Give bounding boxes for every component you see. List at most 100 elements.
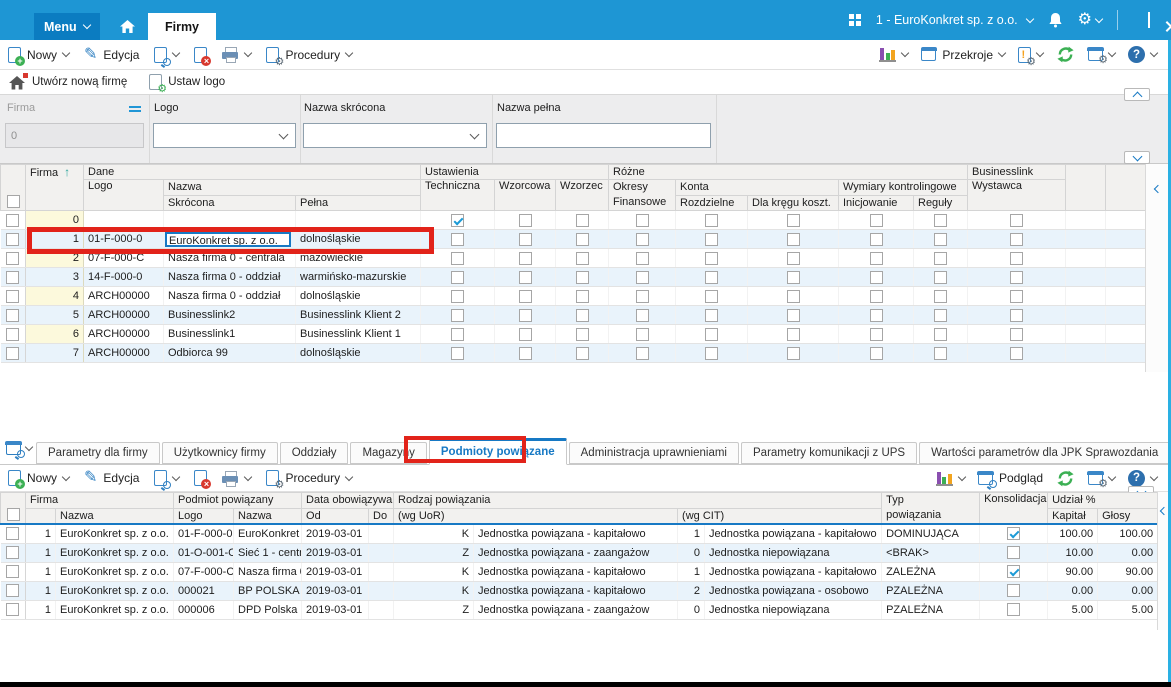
group-header-rozne[interactable]: Różne	[609, 165, 968, 180]
column-header-logo[interactable]: Logo	[84, 180, 164, 211]
column-header-od[interactable]: Od	[302, 508, 369, 524]
column-header-pelna[interactable]: Pełna	[296, 195, 421, 211]
checkbox[interactable]	[636, 347, 649, 360]
checkbox[interactable]	[6, 328, 19, 341]
new-button[interactable]: + Nowy	[8, 47, 69, 63]
layout-settings-button[interactable]: ⚙	[1088, 472, 1115, 485]
refresh-button[interactable]	[1056, 45, 1075, 64]
checkbox[interactable]	[934, 328, 947, 341]
checkbox[interactable]	[934, 214, 947, 227]
related-entity-row[interactable]: 1EuroKonkret sp. z o.o.000021BP POLSKA S…	[1, 581, 1158, 600]
checkbox[interactable]	[576, 233, 589, 246]
column-header-kapital[interactable]: Kapitał	[1048, 508, 1098, 524]
checkbox[interactable]	[870, 252, 883, 265]
delete-button[interactable]: ×	[194, 47, 207, 63]
create-company-button[interactable]: Utwórz nową firmę	[8, 75, 127, 90]
edit-button[interactable]: ✎ Edycja	[84, 470, 139, 486]
column-header-glosy[interactable]: Głosy	[1098, 508, 1158, 524]
checkbox[interactable]	[870, 271, 883, 284]
checkbox[interactable]	[1010, 347, 1023, 360]
column-header-skrocona[interactable]: Skrócona	[164, 195, 296, 211]
checkbox[interactable]	[519, 214, 532, 227]
group-header-dane[interactable]: Dane	[84, 165, 421, 180]
select-all-checkbox[interactable]	[7, 508, 20, 521]
column-header-konsolidacja[interactable]: Konsolidacja	[980, 493, 1048, 525]
column-header-rozdzielne[interactable]: Rozdzielne	[676, 195, 748, 211]
checkbox[interactable]	[519, 252, 532, 265]
help-button[interactable]: ?	[1128, 470, 1157, 487]
checkbox[interactable]	[6, 233, 19, 246]
company-selector[interactable]: 1 - EuroKonkret sp. z o.o.	[876, 13, 1033, 27]
checkbox[interactable]	[6, 584, 19, 597]
company-row[interactable]: 314-F-000-0Nasza firma 0 - oddziałwarmiń…	[1, 268, 1146, 287]
checkbox[interactable]	[636, 252, 649, 265]
checkbox[interactable]	[1010, 214, 1023, 227]
column-header-typ[interactable]: Typpowiązania	[882, 493, 980, 525]
checkbox[interactable]	[6, 252, 19, 265]
menu-button[interactable]: Menu	[34, 13, 100, 40]
maximize-button[interactable]	[1148, 13, 1150, 27]
checkbox[interactable]	[934, 233, 947, 246]
checkbox[interactable]	[6, 546, 19, 559]
group-header-ustawienia[interactable]: Ustawienia	[421, 165, 609, 180]
group-header-firma[interactable]: Firma	[26, 493, 174, 509]
tab-oddziały[interactable]: Oddziały	[280, 442, 349, 464]
checkbox[interactable]	[636, 233, 649, 246]
checkbox[interactable]	[934, 290, 947, 303]
checkbox[interactable]	[787, 233, 800, 246]
firma-filter-input[interactable]: 0	[5, 123, 144, 148]
column-header-reguly[interactable]: Reguły	[914, 195, 968, 211]
checkbox[interactable]	[1010, 328, 1023, 341]
checkbox[interactable]	[1007, 527, 1020, 540]
group-header-konta[interactable]: Konta	[676, 180, 839, 196]
tab-administracja-uprawnieniami[interactable]: Administracja uprawnieniami	[569, 442, 739, 464]
checkbox[interactable]	[870, 290, 883, 303]
inline-edit-input[interactable]: EuroKonkret sp. z o.o.	[165, 232, 291, 247]
checkbox[interactable]	[6, 309, 19, 322]
checkbox[interactable]	[6, 527, 19, 540]
tab-użytkownicy-firmy[interactable]: Użytkownicy firmy	[162, 442, 278, 464]
group-header-data[interactable]: Data obowiązywania	[302, 493, 394, 509]
checkbox[interactable]	[705, 328, 718, 341]
column-header-wystawca[interactable]: Wystawca	[968, 180, 1066, 211]
tab-magazyny[interactable]: Magazyny	[350, 442, 426, 464]
checkbox[interactable]	[787, 347, 800, 360]
checkbox[interactable]	[451, 328, 464, 341]
checkbox[interactable]	[6, 565, 19, 578]
checkbox[interactable]	[519, 271, 532, 284]
checkbox[interactable]	[451, 214, 464, 227]
related-entity-row[interactable]: 1EuroKonkret sp. z o.o.01-O-001-CSieć 1 …	[1, 543, 1158, 562]
checkbox[interactable]	[934, 309, 947, 322]
checkbox[interactable]	[705, 252, 718, 265]
print-button[interactable]	[222, 471, 251, 486]
checkbox[interactable]	[636, 290, 649, 303]
print-button[interactable]	[222, 47, 251, 62]
column-header-wzorcowa[interactable]: Wzorcowa	[495, 180, 556, 211]
company-row[interactable]: 207-F-000-CNasza firma 0 - centralamazow…	[1, 249, 1146, 268]
checkbox[interactable]	[636, 328, 649, 341]
checkbox[interactable]	[934, 347, 947, 360]
checkbox[interactable]	[6, 290, 19, 303]
tab-wartości-parametrów-dla-jpk-sprawozdania[interactable]: Wartości parametrów dla JPK Sprawozdania	[919, 442, 1170, 464]
checkbox[interactable]	[787, 328, 800, 341]
checkbox[interactable]	[576, 309, 589, 322]
checkbox[interactable]	[1007, 546, 1020, 559]
column-header-logo[interactable]: Logo	[174, 508, 234, 524]
checkbox[interactable]	[6, 347, 19, 360]
related-entity-row[interactable]: 1EuroKonkret sp. z o.o.000006DPD Polska2…	[1, 600, 1158, 619]
tab-parametry-dla-firmy[interactable]: Parametry dla firmy	[36, 442, 160, 464]
checkbox[interactable]	[6, 271, 19, 284]
checkbox[interactable]	[6, 214, 19, 227]
related-entity-row[interactable]: 1EuroKonkret sp. z o.o.07-F-000-CNasza f…	[1, 562, 1158, 581]
checkbox[interactable]	[451, 347, 464, 360]
checkbox[interactable]	[1010, 252, 1023, 265]
group-header-nazwa[interactable]: Nazwa	[164, 180, 421, 196]
checkbox[interactable]	[934, 271, 947, 284]
checkbox[interactable]	[870, 309, 883, 322]
company-row[interactable]: 7ARCH00000Odbiorca 99dolnośląskie	[1, 344, 1146, 363]
checkbox[interactable]	[787, 271, 800, 284]
column-header-dla-kregu[interactable]: Dla kręgu koszt.	[748, 195, 839, 211]
checkbox[interactable]	[1010, 233, 1023, 246]
checkbox[interactable]	[787, 290, 800, 303]
checkbox[interactable]	[705, 290, 718, 303]
